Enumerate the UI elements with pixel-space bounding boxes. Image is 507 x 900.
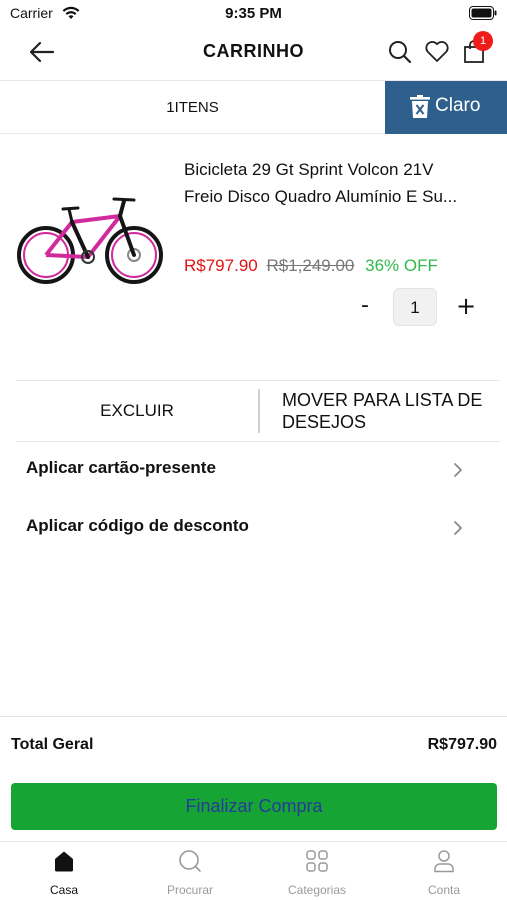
tab-account-label: Conta bbox=[427, 883, 461, 897]
discount-code-label: Aplicar código de desconto bbox=[26, 516, 249, 535]
product-name[interactable]: Bicicleta 29 Gt Sprint Volcon 21V Freio … bbox=[184, 156, 496, 210]
total-label: Total Geral bbox=[11, 736, 94, 753]
apply-discount-code-row[interactable]: Aplicar código de desconto bbox=[0, 504, 507, 550]
tab-home[interactable]: Casa bbox=[1, 842, 127, 900]
back-arrow-icon[interactable] bbox=[28, 40, 56, 64]
discount-label: 36% OFF bbox=[365, 256, 438, 275]
home-icon bbox=[55, 851, 73, 872]
app-header: CARRINHO 1 bbox=[0, 30, 507, 78]
grid-icon bbox=[306, 850, 328, 872]
order-total: Total Geral R$797.90 bbox=[0, 716, 507, 772]
tab-search-label: Procurar bbox=[166, 883, 213, 897]
item-count-label: 1ITENS bbox=[166, 99, 219, 116]
product-image[interactable] bbox=[16, 192, 166, 288]
clock: 9:35 PM bbox=[225, 5, 282, 22]
increase-quantity-button[interactable]: + bbox=[453, 288, 479, 326]
chevron-right-icon bbox=[454, 521, 462, 535]
tab-categories-label: Categorias bbox=[287, 883, 347, 897]
original-price: R$1,249.00 bbox=[266, 256, 355, 275]
product-prices: R$797.90 R$1,249.00 36% OFF bbox=[184, 256, 438, 276]
clear-cart-label: Claro bbox=[435, 95, 481, 116]
decrease-quantity-button[interactable]: - bbox=[355, 288, 375, 326]
bottom-tab-bar: Casa Procurar Categorias Conta bbox=[0, 841, 507, 900]
trash-icon bbox=[410, 95, 430, 118]
cart-toolbar: 1ITENS Claro bbox=[0, 80, 507, 134]
quantity-value: 1 bbox=[393, 288, 437, 326]
tab-home-label: Casa bbox=[49, 883, 78, 897]
status-bar: Carrier 9:35 PM bbox=[0, 0, 507, 30]
search-icon[interactable] bbox=[387, 39, 413, 65]
move-to-wishlist-button[interactable]: MOVER PARA LISTA DE DESEJOS bbox=[282, 389, 497, 433]
tab-account[interactable]: Conta bbox=[381, 842, 507, 900]
product-name-line-1: Bicicleta 29 Gt Sprint Volcon 21V bbox=[184, 160, 434, 179]
heart-icon[interactable] bbox=[424, 39, 450, 65]
clear-cart-button[interactable]: Claro bbox=[385, 81, 507, 134]
item-actions: EXCLUIR MOVER PARA LISTA DE DESEJOS bbox=[16, 380, 500, 442]
cart-count-badge: 1 bbox=[473, 31, 493, 51]
actions-divider bbox=[258, 389, 260, 433]
gift-card-label: Aplicar cartão-presente bbox=[26, 458, 216, 477]
search-icon bbox=[179, 850, 201, 872]
quantity-stepper: - 1 + bbox=[355, 288, 485, 326]
delete-item-button[interactable]: EXCLUIR bbox=[16, 381, 258, 441]
battery-icon bbox=[469, 6, 497, 20]
product-name-line-2: Freio Disco Quadro Alumínio E Su... bbox=[184, 187, 458, 206]
tab-search[interactable]: Procurar bbox=[127, 842, 253, 900]
cart-item: Bicicleta 29 Gt Sprint Volcon 21V Freio … bbox=[0, 140, 507, 370]
checkout-button[interactable]: Finalizar Compra bbox=[11, 783, 497, 830]
user-icon bbox=[434, 850, 454, 873]
chevron-right-icon bbox=[454, 463, 462, 477]
tab-categories[interactable]: Categorias bbox=[254, 842, 380, 900]
apply-gift-card-row[interactable]: Aplicar cartão-presente bbox=[0, 446, 507, 492]
current-price: R$797.90 bbox=[184, 256, 258, 275]
total-amount: R$797.90 bbox=[427, 736, 497, 753]
